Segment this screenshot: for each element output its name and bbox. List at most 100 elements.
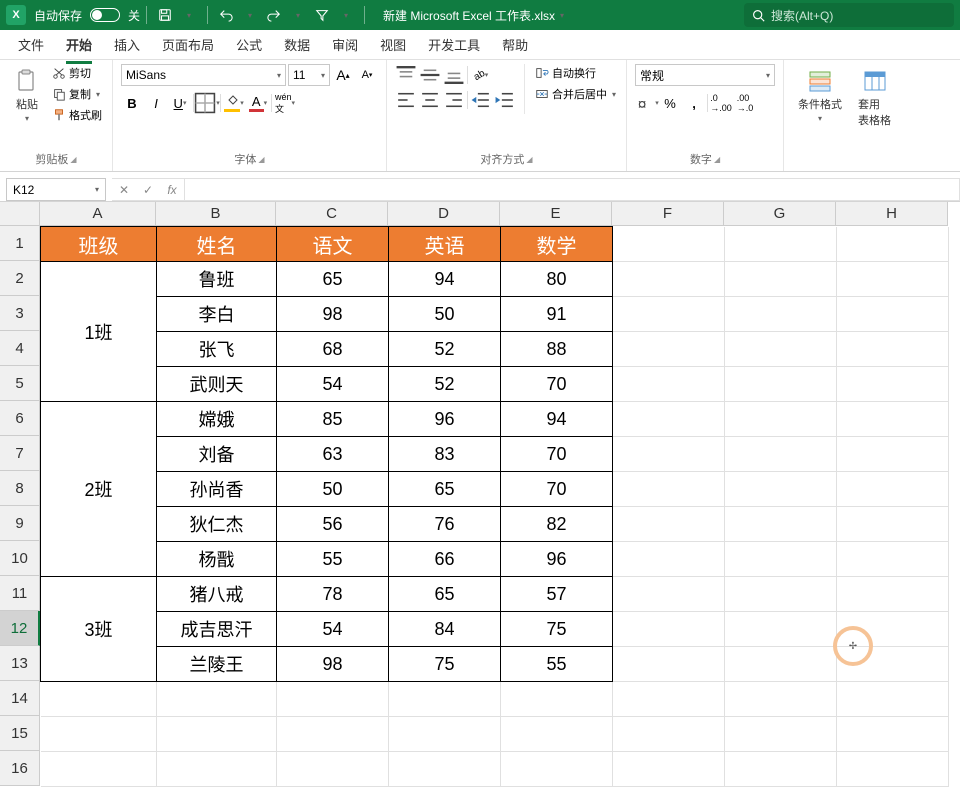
cell[interactable] bbox=[725, 717, 837, 752]
cell[interactable]: 65 bbox=[389, 472, 501, 507]
cell[interactable]: 姓名 bbox=[157, 227, 277, 262]
cell[interactable]: 50 bbox=[277, 472, 389, 507]
cell[interactable] bbox=[837, 612, 949, 647]
cell[interactable]: 56 bbox=[277, 507, 389, 542]
row-header[interactable]: 13 bbox=[0, 646, 40, 681]
cell[interactable] bbox=[725, 472, 837, 507]
alignment-dialog-launcher[interactable]: ◢ bbox=[526, 155, 532, 164]
font-dialog-launcher[interactable]: ◢ bbox=[258, 155, 264, 164]
cell[interactable]: 数学 bbox=[501, 227, 613, 262]
underline-button[interactable]: U▾ bbox=[169, 92, 191, 114]
cell[interactable]: 80 bbox=[501, 262, 613, 297]
cell[interactable]: 83 bbox=[389, 437, 501, 472]
filter-button[interactable] bbox=[310, 3, 334, 27]
increase-indent-button[interactable] bbox=[494, 89, 516, 111]
cell[interactable]: 刘备 bbox=[157, 437, 277, 472]
cell[interactable] bbox=[389, 717, 501, 752]
cell[interactable]: 54 bbox=[277, 612, 389, 647]
cell[interactable]: 2班 bbox=[41, 402, 157, 577]
align-right-button[interactable] bbox=[443, 89, 465, 111]
cell[interactable] bbox=[501, 752, 613, 787]
font-color-button[interactable]: A▾ bbox=[247, 92, 269, 114]
cell[interactable] bbox=[837, 507, 949, 542]
cell[interactable]: 76 bbox=[389, 507, 501, 542]
align-middle-button[interactable] bbox=[419, 64, 441, 86]
cell[interactable] bbox=[613, 367, 725, 402]
menu-tab-9[interactable]: 帮助 bbox=[492, 30, 538, 59]
align-left-button[interactable] bbox=[395, 89, 417, 111]
cell[interactable]: 70 bbox=[501, 437, 613, 472]
decrease-indent-button[interactable] bbox=[470, 89, 492, 111]
row-header[interactable]: 10 bbox=[0, 541, 40, 576]
cell[interactable]: 兰陵王 bbox=[157, 647, 277, 682]
align-top-button[interactable] bbox=[395, 64, 417, 86]
cell[interactable] bbox=[725, 297, 837, 332]
redo-button[interactable] bbox=[262, 3, 286, 27]
row-header[interactable]: 7 bbox=[0, 436, 40, 471]
cell[interactable] bbox=[837, 262, 949, 297]
cell[interactable]: 李白 bbox=[157, 297, 277, 332]
cell[interactable] bbox=[613, 437, 725, 472]
fill-color-button[interactable]: ▾ bbox=[223, 92, 245, 114]
cell[interactable]: 鲁班 bbox=[157, 262, 277, 297]
cell[interactable]: 语文 bbox=[277, 227, 389, 262]
cell[interactable] bbox=[277, 682, 389, 717]
cell[interactable]: 52 bbox=[389, 367, 501, 402]
cell[interactable]: 98 bbox=[277, 647, 389, 682]
column-header[interactable]: A bbox=[40, 202, 156, 226]
row-header[interactable]: 1 bbox=[0, 226, 40, 261]
cell[interactable]: 84 bbox=[389, 612, 501, 647]
merge-center-button[interactable]: 合并后居中▾ bbox=[533, 85, 618, 103]
cell[interactable] bbox=[837, 437, 949, 472]
cell[interactable]: 70 bbox=[501, 367, 613, 402]
cell[interactable]: 63 bbox=[277, 437, 389, 472]
cell[interactable] bbox=[613, 402, 725, 437]
cell[interactable]: 66 bbox=[389, 542, 501, 577]
column-header[interactable]: F bbox=[612, 202, 724, 226]
cell[interactable]: 75 bbox=[389, 647, 501, 682]
cell[interactable]: 82 bbox=[501, 507, 613, 542]
row-header[interactable]: 14 bbox=[0, 681, 40, 716]
clipboard-dialog-launcher[interactable]: ◢ bbox=[70, 155, 76, 164]
formula-input[interactable] bbox=[185, 178, 960, 201]
cell[interactable]: 96 bbox=[389, 402, 501, 437]
cell[interactable] bbox=[157, 682, 277, 717]
cell[interactable] bbox=[725, 752, 837, 787]
name-box[interactable]: K12▾ bbox=[6, 178, 106, 201]
column-header[interactable]: B bbox=[156, 202, 276, 226]
conditional-format-button[interactable]: 条件格式 ▾ bbox=[792, 64, 848, 127]
cell[interactable]: 英语 bbox=[389, 227, 501, 262]
borders-button[interactable]: ▾ bbox=[196, 92, 218, 114]
cell[interactable]: 成吉思汗 bbox=[157, 612, 277, 647]
cell[interactable] bbox=[157, 717, 277, 752]
cell[interactable]: 91 bbox=[501, 297, 613, 332]
title-dropdown[interactable]: ▾ bbox=[555, 3, 569, 27]
row-header[interactable]: 5 bbox=[0, 366, 40, 401]
decrease-decimal-button[interactable]: .00→.0 bbox=[734, 92, 756, 114]
row-header[interactable]: 15 bbox=[0, 716, 40, 751]
cell[interactable] bbox=[277, 752, 389, 787]
cell[interactable] bbox=[613, 297, 725, 332]
cell[interactable]: 78 bbox=[277, 577, 389, 612]
row-header[interactable]: 11 bbox=[0, 576, 40, 611]
copy-button[interactable]: 复制▾ bbox=[50, 85, 104, 103]
cell[interactable] bbox=[725, 507, 837, 542]
number-dialog-launcher[interactable]: ◢ bbox=[714, 155, 720, 164]
format-table-button[interactable]: 套用 表格格 bbox=[852, 64, 897, 132]
cell[interactable] bbox=[837, 752, 949, 787]
bold-button[interactable]: B bbox=[121, 92, 143, 114]
cell[interactable] bbox=[613, 472, 725, 507]
cell[interactable] bbox=[389, 682, 501, 717]
insert-function-button[interactable]: fx bbox=[160, 179, 184, 201]
cell[interactable] bbox=[277, 717, 389, 752]
column-header[interactable]: C bbox=[276, 202, 388, 226]
search-input[interactable]: 搜索(Alt+Q) bbox=[744, 3, 954, 27]
cell[interactable] bbox=[837, 367, 949, 402]
column-header[interactable]: G bbox=[724, 202, 836, 226]
cell[interactable] bbox=[837, 717, 949, 752]
cell[interactable] bbox=[501, 682, 613, 717]
cell[interactable] bbox=[613, 577, 725, 612]
cell[interactable] bbox=[725, 437, 837, 472]
cell[interactable] bbox=[613, 752, 725, 787]
cell[interactable]: 85 bbox=[277, 402, 389, 437]
